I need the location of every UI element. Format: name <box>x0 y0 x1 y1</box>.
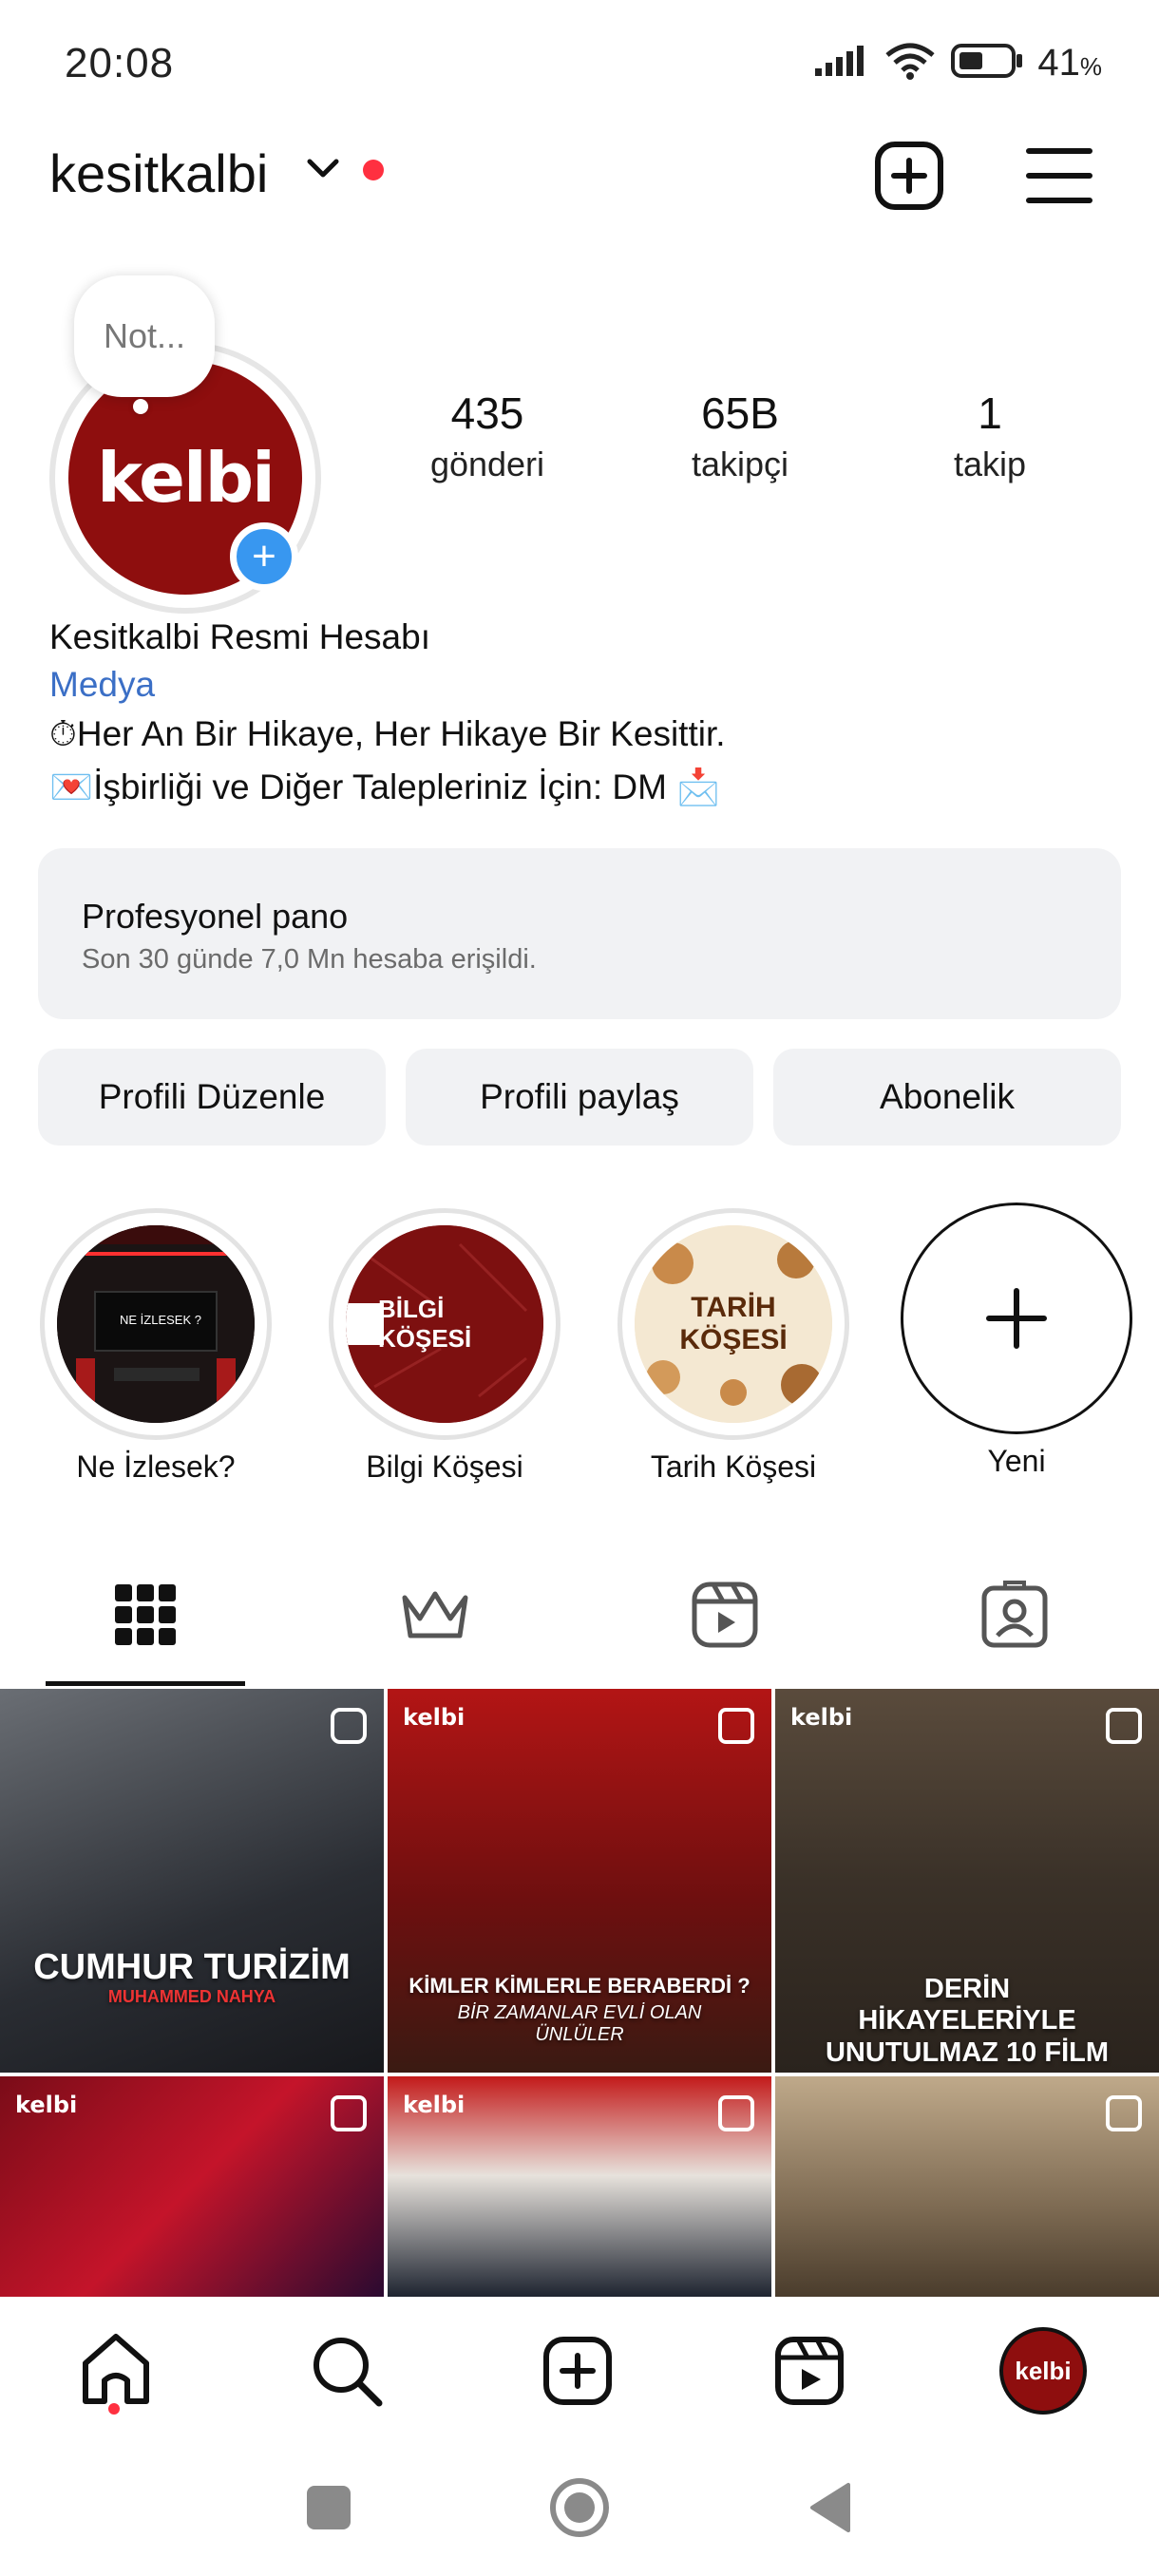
subscription-button[interactable]: Abonelik <box>773 1049 1121 1146</box>
carousel-badge-icon <box>1106 1708 1142 1744</box>
highlight-bilgi-kosesi[interactable]: BİLGİ KÖŞESİ <box>346 1225 543 1423</box>
edit-profile-button[interactable]: Profili Düzenle <box>38 1049 386 1146</box>
bio-line: 💌İşbirliği ve Diğer Talepleriniz İçin: D… <box>49 767 721 806</box>
search-icon[interactable] <box>299 2323 394 2418</box>
status-icons: 41% <box>813 42 1102 85</box>
post-logo: kelbi <box>403 2092 466 2118</box>
grid-post[interactable]: kelbi DERİN HİKAYELERİYLE UNUTULMAZ 10 F… <box>775 1689 1159 2073</box>
tab-subscriber-crown-icon[interactable] <box>383 1577 487 1653</box>
chevron-down-icon[interactable] <box>306 158 340 185</box>
grid-post[interactable]: kelbi KİMLER KİMLERLE BERABERDİ ? BİR ZA… <box>388 1689 771 2073</box>
bio-category[interactable]: Medya <box>49 665 155 705</box>
grid-post[interactable] <box>775 2076 1159 2297</box>
post-logo: kelbi <box>403 1704 466 1731</box>
battery-unit: % <box>1079 52 1102 81</box>
share-profile-button[interactable]: Profili paylaş <box>406 1049 753 1146</box>
post-caption: CUMHUR TURİZİM <box>33 1947 351 1987</box>
battery-value: 41 <box>1037 42 1080 84</box>
highlight-label[interactable]: Ne İzlesek? <box>13 1449 298 1485</box>
bio-line: ⏱Her An Bir Hikaye, Her Hikaye Bir Kesit… <box>49 714 726 753</box>
bio-name: Kesitkalbi Resmi Hesabı <box>49 617 430 656</box>
stat-value: 1 <box>978 388 1002 438</box>
tab-posts-grid-icon[interactable] <box>93 1577 198 1653</box>
post-subcaption: MUHAMMED NAHYA <box>107 1987 276 2006</box>
tab-reels-icon[interactable] <box>673 1577 777 1653</box>
add-story-button[interactable]: + <box>230 522 298 591</box>
carousel-badge-icon <box>331 2095 367 2131</box>
note-tail <box>133 399 148 414</box>
avatar-logo: kelbi <box>97 438 276 518</box>
active-tab-indicator <box>46 1681 245 1686</box>
highlight-inner-text: TARİH KÖŞESİ <box>679 1292 788 1355</box>
stat-followers[interactable]: 65B takipçi <box>645 388 835 484</box>
grid-post[interactable]: kelbi <box>388 2076 771 2297</box>
post-logo: kelbi <box>790 1704 853 1731</box>
recents-square <box>307 2486 351 2529</box>
carousel-badge-icon <box>718 1708 754 1744</box>
profile-avatar-icon: kelbi <box>999 2327 1087 2415</box>
highlight-inner-text: BİLGİ KÖŞESİ <box>378 1295 472 1353</box>
post-subcaption: BİR ZAMANLAR EVLİ OLAN ÜNLÜLER <box>457 2002 702 2045</box>
new-highlight-button[interactable] <box>901 1203 1132 1434</box>
recents-icon[interactable] <box>291 2470 367 2546</box>
post-caption: DERİN HİKAYELERİYLE UNUTULMAZ 10 FİLM <box>825 1974 1110 2068</box>
post-logo: kelbi <box>15 2092 78 2118</box>
post-caption: KİMLER KİMLERLE BERABERDİ ? <box>408 1974 750 1998</box>
note-bubble[interactable]: Not... <box>74 275 215 397</box>
create-post-icon[interactable] <box>872 139 946 213</box>
highlight-tarih-kosesi[interactable]: TARİH KÖŞESİ <box>635 1225 832 1423</box>
carousel-badge-icon <box>1106 2095 1142 2131</box>
create-icon[interactable] <box>530 2323 625 2418</box>
grid-post[interactable]: kelbi <box>0 2076 384 2297</box>
carousel-badge-icon <box>718 2095 754 2131</box>
battery-icon <box>950 42 1024 85</box>
stat-label: takipçi <box>691 445 789 483</box>
highlight-label[interactable]: Yeni <box>874 1444 1159 1479</box>
menu-icon[interactable] <box>1022 139 1096 213</box>
reel-badge-icon <box>331 1708 367 1744</box>
home-notification-dot <box>108 2403 120 2415</box>
stat-posts[interactable]: 435 gönderi <box>392 388 582 484</box>
highlight-ne-izlesek[interactable]: NE İZLESEK ? <box>57 1225 255 1423</box>
dashboard-title: Profesyonel pano <box>82 897 349 936</box>
highlight-inner-text: NE İZLESEK ? <box>120 1313 201 1327</box>
dashboard-subtitle: Son 30 günde 7,0 Mn hesaba erişildi. <box>82 944 537 975</box>
profile-tab[interactable]: kelbi <box>996 2323 1091 2418</box>
highlight-label[interactable]: Bilgi Köşesi <box>302 1449 587 1485</box>
signal-icon <box>813 44 870 83</box>
stat-label: takip <box>953 445 1027 483</box>
account-switcher-username[interactable]: kesitkalbi <box>49 142 268 204</box>
back-icon[interactable] <box>792 2470 868 2546</box>
stat-value: 435 <box>450 388 524 438</box>
home-button-icon[interactable] <box>542 2470 618 2546</box>
reels-icon[interactable] <box>762 2323 857 2418</box>
tab-tagged-icon[interactable] <box>962 1577 1067 1653</box>
grid-post[interactable]: CUMHUR TURİZİM MUHAMMED NAHYA <box>0 1689 384 2073</box>
battery-percent: 41% <box>1037 42 1102 85</box>
stat-following[interactable]: 1 takip <box>895 388 1085 484</box>
highlight-label[interactable]: Tarih Köşesi <box>591 1449 876 1485</box>
wifi-icon <box>884 42 937 85</box>
status-time: 20:08 <box>65 40 175 86</box>
notification-dot <box>363 160 384 180</box>
plus-icon <box>986 1288 1047 1349</box>
stat-value: 65B <box>701 388 779 438</box>
stat-label: gönderi <box>429 445 545 483</box>
